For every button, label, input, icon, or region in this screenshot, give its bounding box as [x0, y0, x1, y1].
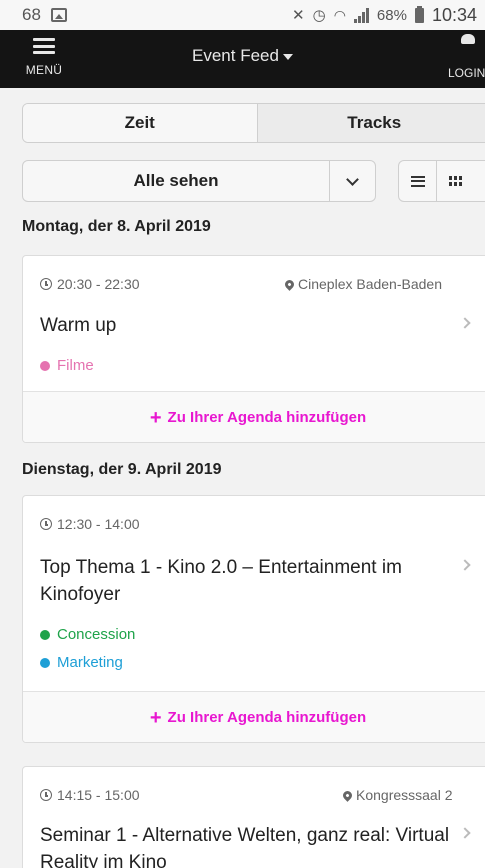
login-button[interactable]: LOGIN — [440, 34, 485, 84]
mute-icon: ✕ — [292, 7, 305, 24]
tag-marketing: Marketing — [40, 654, 123, 671]
grid-view-button[interactable] — [437, 161, 475, 201]
tag-dot — [40, 657, 50, 668]
event-time-text: 20:30 - 22:30 — [57, 276, 140, 292]
filter-selected-value: Alle sehen — [133, 171, 219, 190]
filter-select[interactable]: Alle sehen — [22, 160, 376, 202]
filter-dropdown-button[interactable] — [329, 161, 375, 201]
chevron-down-icon — [346, 172, 359, 186]
list-icon — [410, 175, 425, 187]
plus-icon: + — [149, 406, 162, 429]
event-location-text: Cineplex Baden-Baden — [298, 276, 442, 292]
event-title[interactable]: Warm up — [40, 312, 460, 339]
location-pin-icon — [283, 277, 296, 291]
list-view-button[interactable] — [399, 161, 437, 201]
day-header: Dienstag, der 9. April 2019 — [22, 461, 222, 478]
add-to-agenda-button[interactable]: + Zu Ihrer Agenda hinzufügen — [23, 691, 485, 742]
event-location-text: Kongresssaal 2 — [356, 787, 453, 803]
clock-icon — [40, 518, 52, 530]
login-label: LOGIN — [448, 66, 485, 80]
tab-zeit[interactable]: Zeit — [23, 104, 258, 142]
user-icon — [461, 34, 475, 44]
caret-down-icon — [282, 53, 293, 60]
page-title: Event Feed — [192, 46, 279, 65]
event-time-text: 12:30 - 14:00 — [57, 516, 140, 532]
event-card[interactable]: 20:30 - 22:30 Cineplex Baden-Baden Warm … — [22, 255, 485, 443]
tag-label: Concession — [57, 626, 136, 643]
tag-label: Marketing — [57, 654, 123, 671]
grid-icon — [449, 175, 463, 187]
tag-dot — [40, 629, 50, 640]
notification-count: 68 — [22, 5, 41, 24]
add-to-agenda-label: Zu Ihrer Agenda hinzufügen — [167, 709, 367, 726]
event-location: Kongresssaal 2 — [341, 787, 453, 803]
clock-icon — [40, 789, 52, 801]
plus-icon: + — [149, 706, 162, 729]
wifi-icon: ◠ — [333, 6, 346, 23]
event-feed-dropdown[interactable]: Event Feed — [0, 46, 485, 66]
event-time: 14:15 - 15:00 — [40, 787, 140, 803]
tag-concession: Concession — [40, 626, 135, 643]
chevron-right-icon[interactable] — [459, 827, 471, 839]
image-notification-icon — [50, 8, 67, 22]
battery-icon — [414, 5, 424, 23]
tag-filme: Filme — [40, 357, 94, 374]
tab-tracks[interactable]: Tracks — [257, 104, 485, 142]
location-pin-icon — [341, 788, 354, 802]
event-card[interactable]: 12:30 - 14:00 Top Thema 1 - Kino 2.0 – E… — [22, 495, 485, 743]
chevron-right-icon[interactable] — [459, 559, 471, 571]
event-title[interactable]: Seminar 1 - Alternative Welten, ganz rea… — [40, 822, 460, 868]
view-toggle — [398, 160, 485, 202]
tag-label: Filme — [57, 357, 94, 374]
event-time: 12:30 - 14:00 — [40, 516, 140, 532]
event-time-text: 14:15 - 15:00 — [57, 787, 140, 803]
clock-time: 10:34 — [431, 4, 477, 25]
app-header: MENÜ Event Feed LOGIN — [0, 30, 485, 88]
tag-dot — [40, 360, 50, 371]
day-header: Montag, der 8. April 2019 — [22, 218, 211, 235]
add-to-agenda-label: Zu Ihrer Agenda hinzufügen — [167, 409, 367, 426]
alarm-icon: ◷ — [312, 7, 326, 24]
event-time: 20:30 - 22:30 — [40, 276, 140, 292]
event-card[interactable]: 14:15 - 15:00 Kongresssaal 2 Seminar 1 -… — [22, 766, 485, 868]
view-tabs: Zeit Tracks — [22, 103, 485, 143]
signal-icon — [353, 7, 369, 23]
event-title[interactable]: Top Thema 1 - Kino 2.0 – Entertainment i… — [40, 554, 460, 608]
event-location: Cineplex Baden-Baden — [283, 276, 442, 292]
status-bar: 68 ✕ ◷ ◠ 68% 10:34 — [0, 0, 485, 30]
clock-icon — [40, 278, 52, 290]
battery-percent: 68% — [376, 6, 407, 24]
chevron-right-icon[interactable] — [459, 317, 471, 329]
add-to-agenda-button[interactable]: + Zu Ihrer Agenda hinzufügen — [23, 391, 485, 442]
